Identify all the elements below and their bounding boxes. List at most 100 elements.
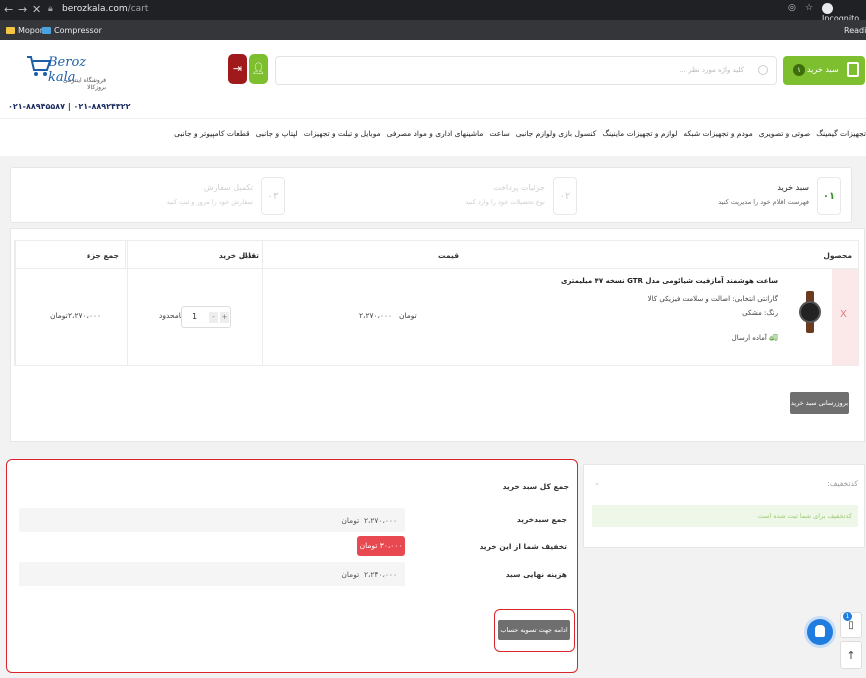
remove-icon: X — [840, 309, 847, 320]
scroll-to-top-button[interactable]: ↑ — [840, 641, 862, 669]
compressor-icon — [42, 27, 51, 34]
url-text: berozkala.com/cart — [62, 4, 149, 14]
notification-bell-button[interactable] — [807, 619, 833, 645]
step-subtitle: نوع تحصیلات خود را وارد کنید — [465, 198, 545, 206]
step-number: ۰۱ — [817, 177, 841, 215]
lock-icon: 🔒︎ — [48, 4, 53, 14]
checkout-highlight: ادامه جهت تسویه حساب — [494, 609, 575, 652]
column-header-price: قیمت — [262, 241, 465, 269]
star-icon[interactable]: ☆ — [805, 3, 813, 13]
step-subtitle: سفارش خود را مرور و ثبت کنید — [166, 198, 253, 206]
final-label: هزینه نهایی سبد — [505, 570, 567, 579]
search-icon[interactable] — [758, 65, 768, 75]
qty-decrease[interactable]: - — [209, 312, 218, 323]
cart-button[interactable]: ۱ سبد خرید — [783, 56, 865, 85]
step-number: ۰۲ — [553, 177, 577, 215]
reading-list[interactable]: Reading — [844, 26, 866, 35]
search-input[interactable]: کلید واژه مورد نظر ... — [679, 66, 744, 74]
main-menu: قطعات کامپیوتر و جانبی لپتاپ و جانبی موبای… — [0, 118, 866, 156]
bell-icon — [815, 625, 825, 637]
sum-value: ۲،۲۷۰،۰۰۰ تومان — [341, 516, 397, 525]
bookmarks-bar: Mopon Compressor Reading — [0, 20, 866, 40]
truck-icon: 🚚︎ — [769, 334, 778, 342]
stop-icon[interactable]: ✕ — [32, 3, 41, 16]
product-warranty: گارانتی انتخابی: اصالت و سلامت فیزیکی کا… — [647, 295, 778, 303]
proceed-to-checkout-button[interactable]: ادامه جهت تسویه حساب — [498, 620, 570, 640]
menu-item[interactable]: موبایل و تبلت و تجهیزات — [304, 129, 381, 138]
menu-item[interactable]: ماشینهای اداری و مواد مصرفی — [387, 129, 484, 138]
sum-row: ۲،۲۷۰،۰۰۰ تومان — [19, 508, 405, 532]
menu-item[interactable]: قطعات کامپیوتر و جانبی — [174, 129, 250, 138]
side-cart-button[interactable]: 1 ▯ — [840, 612, 862, 638]
user-account-button[interactable]: 👤︎ — [249, 54, 268, 84]
folder-icon — [6, 27, 15, 34]
site-logo[interactable]: Beroz kala فروشگاه اینترنتی بروزکالا — [26, 48, 106, 91]
discount-badge: ۳۰،۰۰۰ تومان — [357, 536, 405, 556]
shipping-status: 🚚︎ آماده ارسال — [731, 334, 778, 342]
step-complete-order: ۰۳ تکمیل سفارش سفارش خود را مرور و ثبت ک… — [145, 177, 285, 215]
coupon-box[interactable]: کدتخفیف: ⌄ کدتخفیف برای شما ثبت شده است — [583, 464, 865, 548]
menu-item[interactable]: لپتاپ و جانبی — [256, 129, 298, 138]
column-header-subtotal: جمع جزء — [15, 241, 125, 269]
user-icon: 👤︎ — [251, 62, 266, 75]
product-image[interactable] — [796, 291, 824, 333]
cart-table: محصول قیمت قابل خرید تعداد جمع جزء X ساع… — [14, 240, 859, 366]
update-cart-button[interactable]: بروزرسانی سبد خرید — [790, 392, 849, 414]
watch-face — [799, 301, 821, 323]
menu-item[interactable]: کنسول بازی ولوازم جانبی — [516, 129, 597, 138]
menu-item[interactable]: لوازم و تجهیزات ماینینگ — [602, 129, 677, 138]
step-subtitle: فهرست اقلام خود را مدیریت کنید — [718, 198, 809, 206]
product-color: رنگ: مشکی — [742, 309, 778, 317]
price-cell: تومان ۲،۲۷۰،۰۰۰ — [262, 269, 465, 365]
side-cart-count: 1 — [843, 612, 852, 621]
logout-icon: ⇥ — [232, 62, 243, 75]
quantity-stepper[interactable]: + - 1 — [181, 306, 231, 328]
menu-item[interactable]: تجهیزات گیمینگ — [816, 129, 866, 138]
totals-title: جمع کل سبد خرید — [502, 482, 569, 491]
bookmark-compressor[interactable]: Compressor — [42, 26, 102, 35]
forward-icon[interactable]: → — [18, 3, 27, 16]
checkout-steps: ۰۱ سبد خرید فهرست اقلام خود را مدیریت کن… — [10, 167, 852, 223]
coupon-label: کدتخفیف: — [827, 479, 858, 488]
cart-totals: جمع کل سبد خرید جمع سبدخرید ۲،۲۷۰،۰۰۰ تو… — [6, 459, 578, 673]
discount-label: تخفیف شما از این خرید — [479, 542, 567, 551]
product-name-link[interactable]: ساعت هوشمند آمازفیت شیائومی مدل GTR نسخه… — [561, 277, 778, 285]
bookmark-mopon[interactable]: Mopon — [6, 26, 45, 35]
menu-item[interactable]: صوتی و تصویری — [759, 129, 811, 138]
cart-count-badge: ۱ — [793, 64, 805, 76]
avatar — [822, 3, 833, 14]
subtotal-value: ۲،۲۷۰،۰۰۰ — [68, 311, 102, 320]
discount-row: ۳۰،۰۰۰ تومان — [19, 536, 405, 560]
sum-label: جمع سبدخرید — [516, 515, 567, 524]
back-icon[interactable]: ← — [4, 3, 13, 16]
subtotal-unit: تومان — [50, 311, 68, 320]
phone-numbers: ۰۲۱-۸۸۹۴۵۵۸۷ | ۰۲۱-۸۸۹۲۴۳۲۲ — [8, 102, 131, 111]
step-title: تکمیل سفارش — [203, 183, 253, 192]
qty-input[interactable]: 1 — [192, 312, 197, 321]
step-title: جزئیات پرداخت — [493, 183, 545, 192]
address-bar[interactable]: 🔒︎ berozkala.com/cart — [44, 2, 804, 18]
final-row: ۲،۲۴۰،۰۰۰ تومان — [19, 562, 405, 586]
step-number: ۰۳ — [261, 177, 285, 215]
step-payment-details: ۰۲ جزئیات پرداخت نوع تحصیلات خود را وارد… — [437, 177, 577, 215]
logo-subtitle: فروشگاه اینترنتی بروزکالا — [62, 77, 106, 91]
qty-cell: + - 1 — [125, 269, 262, 365]
eye-off-icon[interactable]: ◎ — [788, 3, 796, 13]
logout-button[interactable]: ⇥ — [228, 54, 247, 84]
price-unit: تومان — [399, 311, 417, 320]
subtotal-cell: تومان ۲،۲۷۰،۰۰۰ — [15, 269, 125, 365]
search-box[interactable]: کلید واژه مورد نظر ... — [275, 56, 777, 85]
coupon-message: کدتخفیف برای شما ثبت شده است — [592, 505, 858, 527]
menu-item[interactable]: ساعت — [489, 129, 509, 138]
step-cart: ۰۱ سبد خرید فهرست اقلام خود را مدیریت کن… — [718, 177, 841, 215]
price-value: ۲،۲۷۰،۰۰۰ — [359, 311, 393, 320]
step-title: سبد خرید — [777, 183, 809, 192]
remove-item-button[interactable]: X — [832, 269, 858, 365]
menu-item[interactable]: مودم و تجهیزات شبکه — [683, 129, 752, 138]
cart-button-label: سبد خرید — [807, 65, 839, 74]
chevron-down-icon[interactable]: ⌄ — [594, 479, 600, 487]
qty-increase[interactable]: + — [220, 312, 229, 323]
column-header-qty: تعداد — [125, 241, 262, 269]
arrow-up-icon: ↑ — [846, 649, 856, 662]
document-icon: ▯ — [848, 620, 854, 631]
